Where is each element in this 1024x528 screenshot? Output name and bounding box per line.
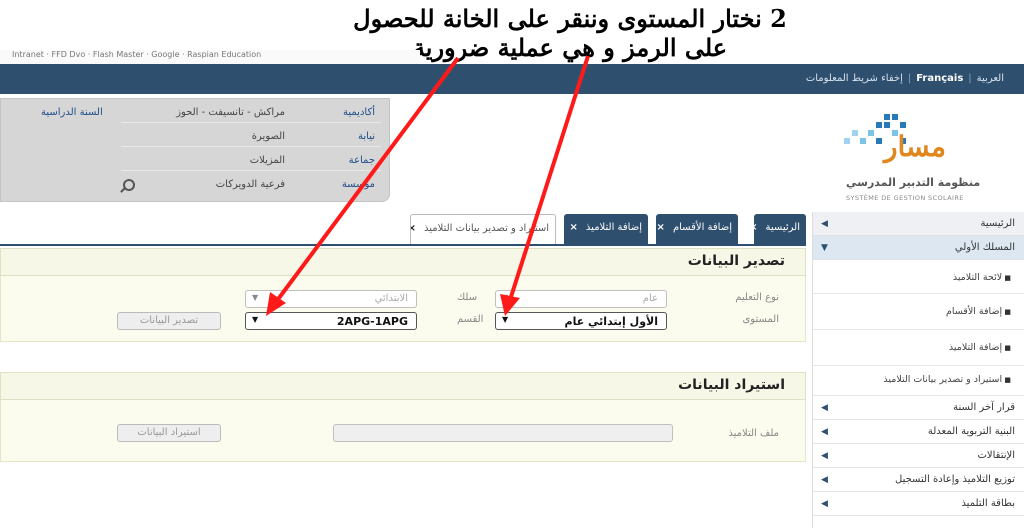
- sidebar-item-level-path[interactable]: المسلك الأولي ▼: [813, 236, 1024, 260]
- tab-home[interactable]: الرئيسية×: [749, 214, 806, 244]
- language-switch: العربية|Français|إخفاء شريط المعلومات: [802, 73, 1008, 84]
- class-label: القسم: [457, 314, 484, 325]
- file-label: ملف التلاميذ: [728, 428, 779, 439]
- tab-add-students[interactable]: إضافة التلاميذ×: [564, 214, 648, 244]
- chevron-left-icon: ◀: [821, 499, 828, 509]
- logo-subtitle-ar: منظومة التدبير المدرسي: [846, 176, 981, 189]
- annotation-band: 2 نختار المستوى وننقر على الخانة للحصول …: [0, 0, 1024, 62]
- school-value: فرعية الدويركات: [215, 179, 285, 190]
- chevron-down-icon: ▼: [502, 315, 509, 324]
- lang-fr-link[interactable]: Français: [912, 73, 967, 84]
- chevron-left-icon: ◀: [821, 403, 828, 413]
- tab-close-icon[interactable]: ×: [411, 223, 416, 234]
- sidebar-item-transfers[interactable]: الإنتقالات ◀: [813, 444, 1024, 468]
- edu-type-select[interactable]: عام ▼: [495, 290, 667, 308]
- tab-import-export[interactable]: استيراد و تصدير بيانات التلاميذ×: [410, 214, 556, 244]
- sidebar: الرئيسية◀ المسلك الأولي▼ لائحة التلاميذ …: [812, 212, 1024, 528]
- sidebar-sub-import-export[interactable]: استيراد و تصدير بيانات التلاميذ: [813, 366, 1024, 396]
- edu-type-label: نوع التعليم: [735, 292, 779, 303]
- tab-close-icon[interactable]: ×: [749, 222, 757, 233]
- school-label: مؤسسة: [341, 179, 375, 190]
- tabs-bar: الرئيسية× إضافة الأقسام× إضافة التلاميذ×…: [0, 212, 806, 246]
- chevron-left-icon: ◀: [821, 451, 828, 461]
- chevron-down-icon: ▼: [252, 293, 259, 302]
- info-row-school: مؤسسة فرعية الدويركات: [0, 175, 389, 195]
- chevron-down-icon: ▼: [502, 293, 509, 302]
- import-section-title: استيراد البيانات: [678, 377, 785, 393]
- tab-add-classes[interactable]: إضافة الأقسام×: [656, 214, 738, 244]
- export-section-body: نوع التعليم عام ▼ سلك الابتدائي ▼ المستوى …: [0, 276, 806, 342]
- tab-close-icon[interactable]: ×: [570, 222, 578, 233]
- province-label: نيابة: [358, 131, 375, 142]
- province-value: الصويرة: [251, 131, 285, 142]
- level-label: المستوى: [742, 314, 779, 325]
- import-button[interactable]: استيراد البيانات: [117, 424, 221, 442]
- export-button[interactable]: تصدير البيانات: [117, 312, 221, 330]
- chevron-left-icon: ◀: [821, 219, 828, 229]
- commune-value: المزيلات: [249, 155, 285, 166]
- commune-label: جماعة: [348, 155, 375, 166]
- chevron-down-icon: ▼: [821, 243, 828, 253]
- lang-ar-link[interactable]: العربية: [973, 73, 1008, 84]
- logo-word: مسار: [884, 130, 947, 163]
- info-row-commune: جماعة المزيلات: [0, 151, 389, 171]
- search-icon[interactable]: [123, 179, 135, 191]
- class-select[interactable]: 2APG-1APG ▼: [245, 312, 417, 330]
- student-file-input[interactable]: [333, 424, 673, 442]
- level-select[interactable]: الأول إبتدائي عام ▼: [495, 312, 667, 330]
- import-section-body: ملف التلاميذ استيراد البيانات: [0, 400, 806, 462]
- academy-value: مراكش - تانسيفت - الحوز: [176, 107, 285, 118]
- chevron-left-icon: ◀: [821, 475, 828, 485]
- tab-close-icon[interactable]: ×: [657, 222, 665, 233]
- export-section-title: تصدير البيانات: [687, 253, 785, 269]
- sidebar-item-student-card[interactable]: بطاقة التلميذ ◀: [813, 492, 1024, 516]
- top-bar: العربية|Français|إخفاء شريط المعلومات: [0, 64, 1024, 94]
- cycle-select[interactable]: الابتدائي ▼: [245, 290, 417, 308]
- export-section-header: تصدير البيانات: [0, 248, 806, 276]
- massar-logo: مسار منظومة التدبير المدرسي SYSTÈME DE G…: [826, 112, 1016, 208]
- hide-info-bar-link[interactable]: إخفاء شريط المعلومات: [802, 73, 907, 84]
- school-info-panel: أكاديمية مراكش - تانسيفت - الحوز نيابة ا…: [0, 98, 390, 202]
- academy-label: أكاديمية: [343, 107, 375, 118]
- sidebar-sub-add-classes[interactable]: إضافة الأقسام: [813, 294, 1024, 330]
- sidebar-item-distribution[interactable]: توزيع التلاميذ وإعادة التسجيل ◀: [813, 468, 1024, 492]
- cycle-label: سلك: [457, 292, 478, 303]
- chevron-left-icon: ◀: [821, 427, 828, 437]
- sidebar-item-structure[interactable]: البنية التربوية المعدلة ◀: [813, 420, 1024, 444]
- sidebar-sub-student-list[interactable]: لائحة التلاميذ: [813, 260, 1024, 294]
- import-section-header: استيراد البيانات: [0, 372, 806, 400]
- sidebar-sub-add-students[interactable]: إضافة التلاميذ: [813, 330, 1024, 366]
- school-year-label: السنة الدراسية: [41, 107, 103, 118]
- sidebar-item-year-end[interactable]: قرار آخر السنة ◀: [813, 396, 1024, 420]
- info-row-province: نيابة الصويرة: [0, 127, 389, 147]
- logo-subtitle-fr: SYSTÈME DE GESTION SCOLAIRE: [846, 194, 964, 202]
- sidebar-item-home[interactable]: الرئيسية ◀: [813, 212, 1024, 236]
- browser-bookmarks-strip: Intranet · FFD Dvo · Flash Master · Goog…: [0, 50, 420, 64]
- chevron-down-icon: ▼: [252, 315, 259, 324]
